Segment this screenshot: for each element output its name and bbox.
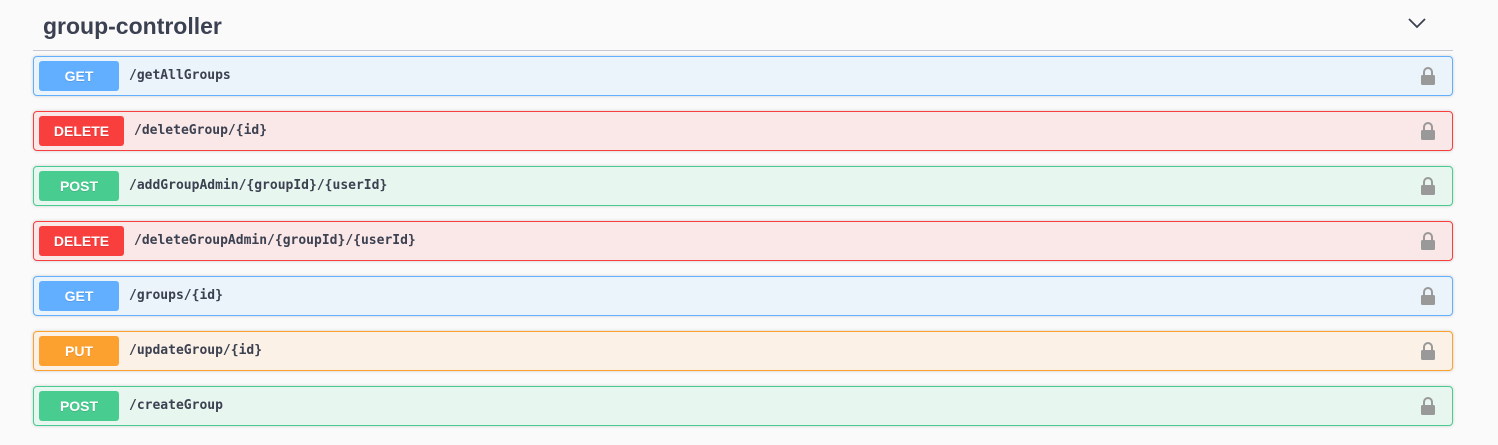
method-badge: GET bbox=[39, 281, 119, 311]
tag-section-header[interactable]: group-controller bbox=[33, 0, 1453, 51]
lock-icon[interactable] bbox=[1420, 66, 1436, 86]
lock-icon[interactable] bbox=[1420, 176, 1436, 196]
operation-delete-group-admin[interactable]: DELETE /deleteGroupAdmin/{groupId}/{user… bbox=[33, 221, 1453, 261]
operation-update-group[interactable]: PUT /updateGroup/{id} bbox=[33, 331, 1453, 371]
method-badge: DELETE bbox=[39, 226, 124, 256]
operation-get-group[interactable]: GET /groups/{id} bbox=[33, 276, 1453, 316]
method-badge: GET bbox=[39, 61, 119, 91]
method-badge: DELETE bbox=[39, 116, 124, 146]
operation-path: /addGroupAdmin/{groupId}/{userId} bbox=[129, 178, 388, 193]
operation-path: /getAllGroups bbox=[129, 68, 231, 83]
lock-icon[interactable] bbox=[1420, 341, 1436, 361]
operation-path: /createGroup bbox=[129, 398, 223, 413]
operation-add-group-admin[interactable]: POST /addGroupAdmin/{groupId}/{userId} bbox=[33, 166, 1453, 206]
operation-path: /updateGroup/{id} bbox=[129, 343, 263, 358]
operation-create-group[interactable]: POST /createGroup bbox=[33, 386, 1453, 426]
operation-path: /deleteGroupAdmin/{groupId}/{userId} bbox=[134, 233, 416, 248]
lock-icon[interactable] bbox=[1420, 231, 1436, 251]
method-badge: POST bbox=[39, 171, 119, 201]
tag-title: group-controller bbox=[43, 13, 222, 39]
operation-path: /groups/{id} bbox=[129, 288, 223, 303]
lock-icon[interactable] bbox=[1420, 396, 1436, 416]
operation-get-all-groups[interactable]: GET /getAllGroups bbox=[33, 56, 1453, 96]
method-badge: PUT bbox=[39, 336, 119, 366]
method-badge: POST bbox=[39, 391, 119, 421]
lock-icon[interactable] bbox=[1420, 286, 1436, 306]
chevron-down-icon[interactable] bbox=[1407, 16, 1427, 30]
operation-path: /deleteGroup/{id} bbox=[134, 123, 268, 138]
operation-delete-group[interactable]: DELETE /deleteGroup/{id} bbox=[33, 111, 1453, 151]
lock-icon[interactable] bbox=[1420, 121, 1436, 141]
